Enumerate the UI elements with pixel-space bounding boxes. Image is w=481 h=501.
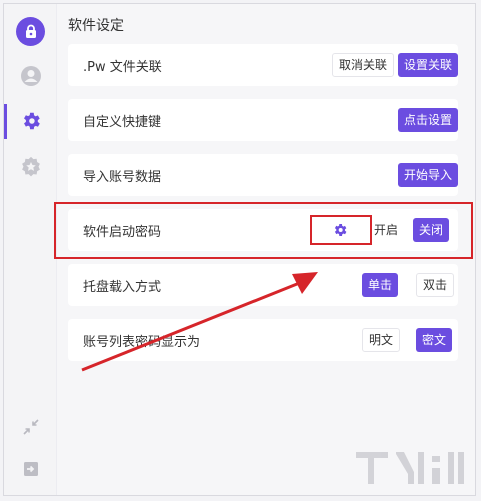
site-watermark (356, 452, 464, 484)
annotation-arrow (81, 272, 318, 372)
